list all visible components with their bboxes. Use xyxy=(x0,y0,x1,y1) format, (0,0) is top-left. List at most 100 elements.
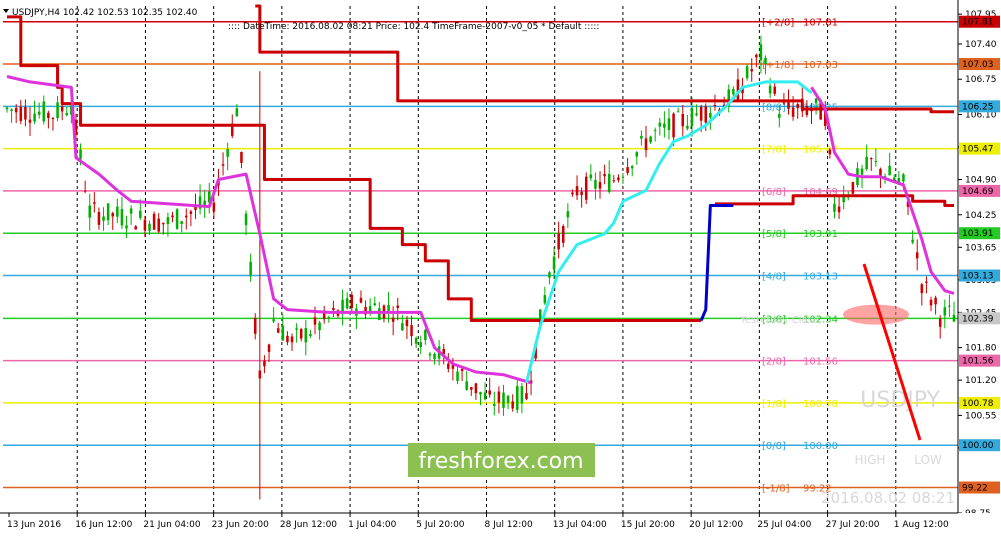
candle-body xyxy=(97,211,101,225)
candle-body xyxy=(410,325,413,337)
candle-body xyxy=(580,191,583,196)
chart-svg[interactable]: [+2/8] 107.81 [+1/8] 107.03 [8/8] 106.25 [7/8]… xyxy=(0,0,1001,537)
forecast-arrow[interactable] xyxy=(862,263,922,441)
candle-body xyxy=(552,256,556,270)
candle-body xyxy=(166,217,170,225)
candle-body xyxy=(506,395,510,403)
candle-body xyxy=(653,130,657,132)
candle-body xyxy=(276,328,280,333)
candle-body xyxy=(837,206,841,213)
candle-body xyxy=(920,284,924,294)
indicator-info: :::: DateTime: 2016.08.02 08:21 Price: 1… xyxy=(228,22,599,32)
candle-body xyxy=(378,308,381,321)
candle-body xyxy=(79,149,82,160)
candle-body xyxy=(681,113,685,127)
murrey-level-value: 107.03 xyxy=(803,60,838,71)
candle-body xyxy=(764,57,767,65)
murrey-level-label: [+1/8] xyxy=(762,60,794,71)
candle-body xyxy=(649,136,652,143)
candle-body xyxy=(561,226,565,243)
candle-body xyxy=(667,118,671,130)
price-tag-label: 100.78 xyxy=(962,399,994,409)
candle-body xyxy=(267,344,271,352)
watermark-symbol: USDJPY xyxy=(860,388,940,413)
chart-area[interactable]: [+2/8] 107.81 [+1/8] 107.03 [8/8] 106.25 [7/8]… xyxy=(0,0,1001,537)
candle-body xyxy=(543,295,547,304)
candle-body xyxy=(594,179,597,189)
candle-body xyxy=(19,106,23,121)
candle-body xyxy=(851,182,855,194)
candle-body xyxy=(925,281,928,283)
murrey-level-label: [4/8] xyxy=(762,271,786,282)
murrey-level-label: [2/8] xyxy=(762,357,786,368)
watermark-low: LOW xyxy=(914,453,942,467)
candle-body xyxy=(419,342,423,348)
candle-body xyxy=(60,106,64,112)
candle-body xyxy=(332,307,335,310)
candle-body xyxy=(617,177,620,181)
time-tick-label: 15 Jul 20:00 xyxy=(621,520,675,530)
symbol-info: USDJPY,H4 102.42 102.53 102.35 102.40 xyxy=(12,8,198,18)
candle-body xyxy=(603,174,606,177)
candle-body xyxy=(759,44,763,61)
candle-body xyxy=(621,176,625,178)
candle-body xyxy=(143,219,147,231)
candle-body xyxy=(791,107,795,117)
price-tick-label: 107.40 xyxy=(965,40,997,50)
candle-body xyxy=(111,212,115,217)
candle-body xyxy=(401,323,404,331)
candle-body xyxy=(318,322,321,331)
candle-body xyxy=(433,353,436,360)
candle-body xyxy=(934,297,937,305)
candle-body xyxy=(42,101,46,122)
time-tick-label: 21 Jun 04:00 xyxy=(143,520,200,530)
dropdown-icon[interactable] xyxy=(3,9,9,13)
candle-body xyxy=(663,123,666,128)
price-tag-label: 104.69 xyxy=(962,187,994,197)
candle-body xyxy=(833,203,836,212)
murrey-level-value: 100.00 xyxy=(803,441,838,452)
candle-body xyxy=(304,327,308,343)
candle-body xyxy=(263,360,266,367)
candle-body xyxy=(240,152,243,163)
candle-body xyxy=(244,213,248,226)
candle-body xyxy=(566,211,570,218)
candle-body xyxy=(948,305,951,307)
candle-body xyxy=(796,104,799,109)
price-tick-label: 101.20 xyxy=(965,376,997,386)
candle-body xyxy=(713,104,717,106)
candle-body xyxy=(281,325,285,341)
time-tick-label: 13 Jun 2016 xyxy=(7,520,61,530)
candle-body xyxy=(479,391,482,395)
time-tick-label: 5 Jul 20:00 xyxy=(416,520,465,530)
candle-body xyxy=(699,106,703,121)
time-tick-label: 25 Jul 04:00 xyxy=(757,520,811,530)
candle-body xyxy=(511,401,514,409)
candle-body xyxy=(148,223,151,231)
candle-body xyxy=(189,211,193,214)
candle-body xyxy=(520,386,524,404)
collapse-box[interactable] xyxy=(0,0,7,7)
candle-body xyxy=(874,160,878,162)
price-tag-label: 106.25 xyxy=(962,102,994,112)
candle-body xyxy=(447,363,450,369)
time-tick-label: 23 Jun 20:00 xyxy=(212,520,269,530)
candle-body xyxy=(902,174,905,182)
candle-body xyxy=(152,213,156,230)
time-tick-label: 1 Aug 12:00 xyxy=(894,520,949,530)
time-tick-label: 28 Jun 12:00 xyxy=(280,520,337,530)
candle-body xyxy=(516,386,519,410)
watermark-high: HIGH xyxy=(855,453,886,467)
candle-body xyxy=(414,338,418,344)
price-tick-label: 101.80 xyxy=(965,344,997,354)
candle-body xyxy=(51,118,55,120)
candle-body xyxy=(180,221,183,225)
candle-body xyxy=(626,167,629,173)
candle-body xyxy=(295,328,298,330)
candle-body xyxy=(221,164,225,166)
murrey-levels-layer: [+2/8]107.81[+1/8]107.03[8/8]106.25[7/8]… xyxy=(3,18,958,495)
candle-body xyxy=(750,69,753,72)
candle-body xyxy=(102,216,105,221)
candle-body xyxy=(313,317,317,325)
candle-body xyxy=(83,190,87,192)
